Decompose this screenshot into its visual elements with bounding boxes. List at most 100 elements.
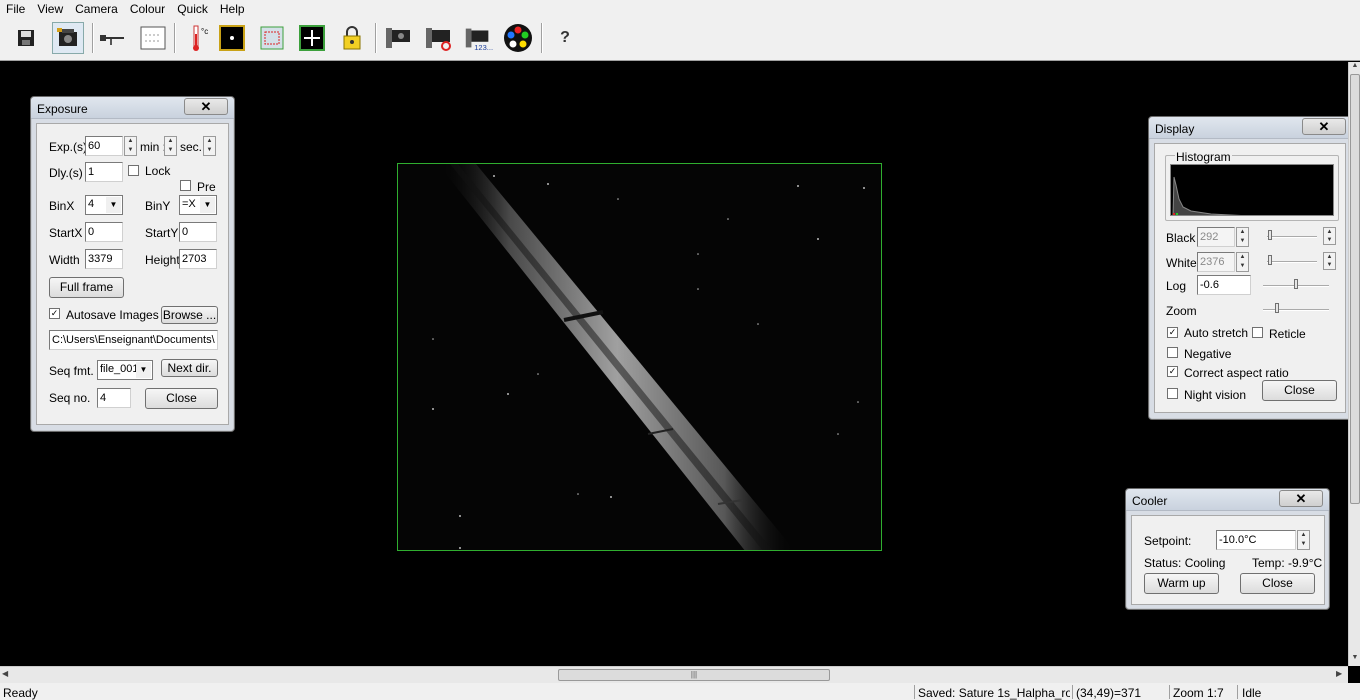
menu-colour[interactable]: Colour (124, 2, 171, 16)
white-slider[interactable] (1267, 261, 1317, 263)
exp-spinner[interactable]: ▲ ▼ (124, 136, 137, 156)
biny-value: =X (182, 198, 196, 210)
close-icon[interactable]: ✕ (184, 98, 228, 115)
display-titlebar[interactable]: Display ✕ (1149, 117, 1351, 139)
menu-file[interactable]: File (0, 2, 31, 16)
white-slider-spinner[interactable]: ▲ ▼ (1323, 252, 1336, 270)
full-frame-button[interactable]: Full frame (49, 277, 124, 298)
min-spinner[interactable]: ▲ ▼ (164, 136, 177, 156)
scroll-up-icon[interactable]: ▲ (1350, 62, 1360, 72)
seqno-input[interactable] (97, 388, 131, 408)
zoom-slider-thumb[interactable] (1275, 303, 1279, 313)
menu-quick[interactable]: Quick (171, 2, 214, 16)
vertical-scrollbar[interactable]: ▲ ▼ (1348, 62, 1360, 666)
setpoint-input[interactable] (1216, 530, 1296, 550)
log-input[interactable] (1197, 275, 1251, 295)
cooler-titlebar[interactable]: Cooler ✕ (1126, 489, 1329, 511)
camera-sequence-icon[interactable]: 123... (462, 22, 494, 54)
black-spinner[interactable]: ▲ ▼ (1236, 227, 1249, 247)
help-icon[interactable]: ? (549, 22, 581, 54)
menu-help[interactable]: Help (214, 2, 251, 16)
exposure-title: Exposure (37, 102, 88, 116)
display-window: Display ✕ Histogram Black ▲▼ ▲▼ White ▲▼… (1148, 116, 1352, 420)
cooler-body: Setpoint: ▲▼ Status: Cooling Temp: -9.9°… (1131, 515, 1325, 605)
toolbar-separator (541, 23, 543, 53)
height-input[interactable] (179, 249, 217, 269)
path-input[interactable] (49, 330, 218, 350)
scroll-left-icon[interactable]: ◀ (2, 669, 8, 678)
log-slider-thumb[interactable] (1294, 279, 1298, 289)
save-icon[interactable] (10, 22, 42, 54)
sec-spinner[interactable]: ▲ ▼ (203, 136, 216, 156)
thermometer-icon[interactable]: °c (184, 22, 216, 54)
exposure-window: Exposure ✕ Exp.(s) ▲▼ min : ▲▼ sec. ▲▼ D… (30, 96, 235, 432)
exposure-titlebar[interactable]: Exposure ✕ (31, 97, 234, 119)
reticle-checkbox[interactable] (1252, 327, 1263, 338)
menu-camera[interactable]: Camera (69, 2, 124, 16)
close-icon[interactable]: ✕ (1302, 118, 1346, 135)
status-divider (1169, 685, 1170, 699)
night-vision-checkbox[interactable] (1167, 388, 1178, 399)
spectrum-image (432, 164, 865, 550)
pre-checkbox[interactable] (180, 180, 191, 191)
camera-repeat-icon[interactable] (422, 22, 454, 54)
autosave-checkbox[interactable]: ✓ (49, 308, 60, 319)
lock-icon[interactable] (336, 22, 368, 54)
scroll-right-icon[interactable]: ▶ (1336, 669, 1342, 678)
display-close-button[interactable]: Close (1262, 380, 1337, 401)
vertical-scroll-thumb[interactable] (1350, 74, 1360, 504)
black-input[interactable] (1197, 227, 1235, 247)
horizontal-scrollbar[interactable]: ◀ ||| ▶ (0, 666, 1348, 683)
display-body: Histogram Black ▲▼ ▲▼ White ▲▼ ▲▼ Log Zo… (1154, 143, 1346, 413)
startx-input[interactable] (85, 222, 123, 242)
auto-stretch-checkbox[interactable]: ✓ (1167, 327, 1178, 338)
white-input[interactable] (1197, 252, 1235, 272)
camera-icon[interactable] (382, 22, 414, 54)
frame-icon[interactable] (256, 22, 288, 54)
dly-input[interactable] (85, 162, 123, 182)
exposure-close-button[interactable]: Close (145, 388, 218, 409)
starty-input[interactable] (179, 222, 217, 242)
exp-label: Exp.(s) (49, 140, 88, 154)
image-frame[interactable] (397, 163, 882, 551)
status-bar: Ready Saved: Sature 1s_Halpha_rota (34,4… (0, 683, 1360, 700)
exp-input[interactable] (85, 136, 123, 156)
biny-select[interactable]: =X ▼ (179, 195, 217, 215)
seqfmt-label: Seq fmt. (49, 364, 94, 378)
setpoint-spinner[interactable]: ▲ ▼ (1297, 530, 1310, 550)
seqfmt-select[interactable]: file_001 ▼ (97, 360, 153, 380)
warm-up-button[interactable]: Warm up (1144, 573, 1219, 594)
lock-checkbox[interactable] (128, 165, 139, 176)
menu-view[interactable]: View (31, 2, 69, 16)
screen-icon[interactable] (137, 22, 169, 54)
black-slider[interactable] (1267, 236, 1317, 238)
histogram-label: Histogram (1175, 150, 1232, 164)
target-icon[interactable] (216, 22, 248, 54)
scroll-down-icon[interactable]: ▼ (1350, 654, 1360, 664)
colour-wheel-icon[interactable] (502, 22, 534, 54)
pre-label: Pre (197, 180, 216, 194)
black-slider-spinner[interactable]: ▲ ▼ (1323, 227, 1336, 245)
cooler-close-button[interactable]: Close (1240, 573, 1315, 594)
next-dir-button[interactable]: Next dir. (161, 359, 218, 377)
zoom-slider[interactable] (1263, 309, 1329, 311)
telescope-icon[interactable] (96, 22, 128, 54)
binx-select[interactable]: 4 ▼ (85, 195, 123, 215)
white-spinner[interactable]: ▲ ▼ (1236, 252, 1249, 272)
menu-bar: File View Camera Colour Quick Help (0, 0, 1360, 18)
crosshair-icon[interactable] (296, 22, 328, 54)
correct-aspect-checkbox[interactable]: ✓ (1167, 366, 1178, 377)
auto-stretch-label: Auto stretch (1184, 326, 1249, 340)
black-slider-thumb[interactable] (1268, 230, 1272, 240)
negative-checkbox[interactable] (1167, 347, 1178, 358)
close-icon[interactable]: ✕ (1279, 490, 1323, 507)
width-input[interactable] (85, 249, 123, 269)
svg-text:123...: 123... (474, 43, 493, 52)
cooler-temp: Temp: -9.9°C (1252, 556, 1323, 570)
camera-save-icon[interactable] (52, 22, 84, 54)
white-slider-thumb[interactable] (1268, 255, 1272, 265)
horizontal-scroll-thumb[interactable]: ||| (558, 669, 830, 681)
browse-button[interactable]: Browse ... (161, 306, 218, 324)
status-zoom: Zoom 1:7 (1173, 686, 1224, 700)
log-label: Log (1166, 279, 1187, 293)
